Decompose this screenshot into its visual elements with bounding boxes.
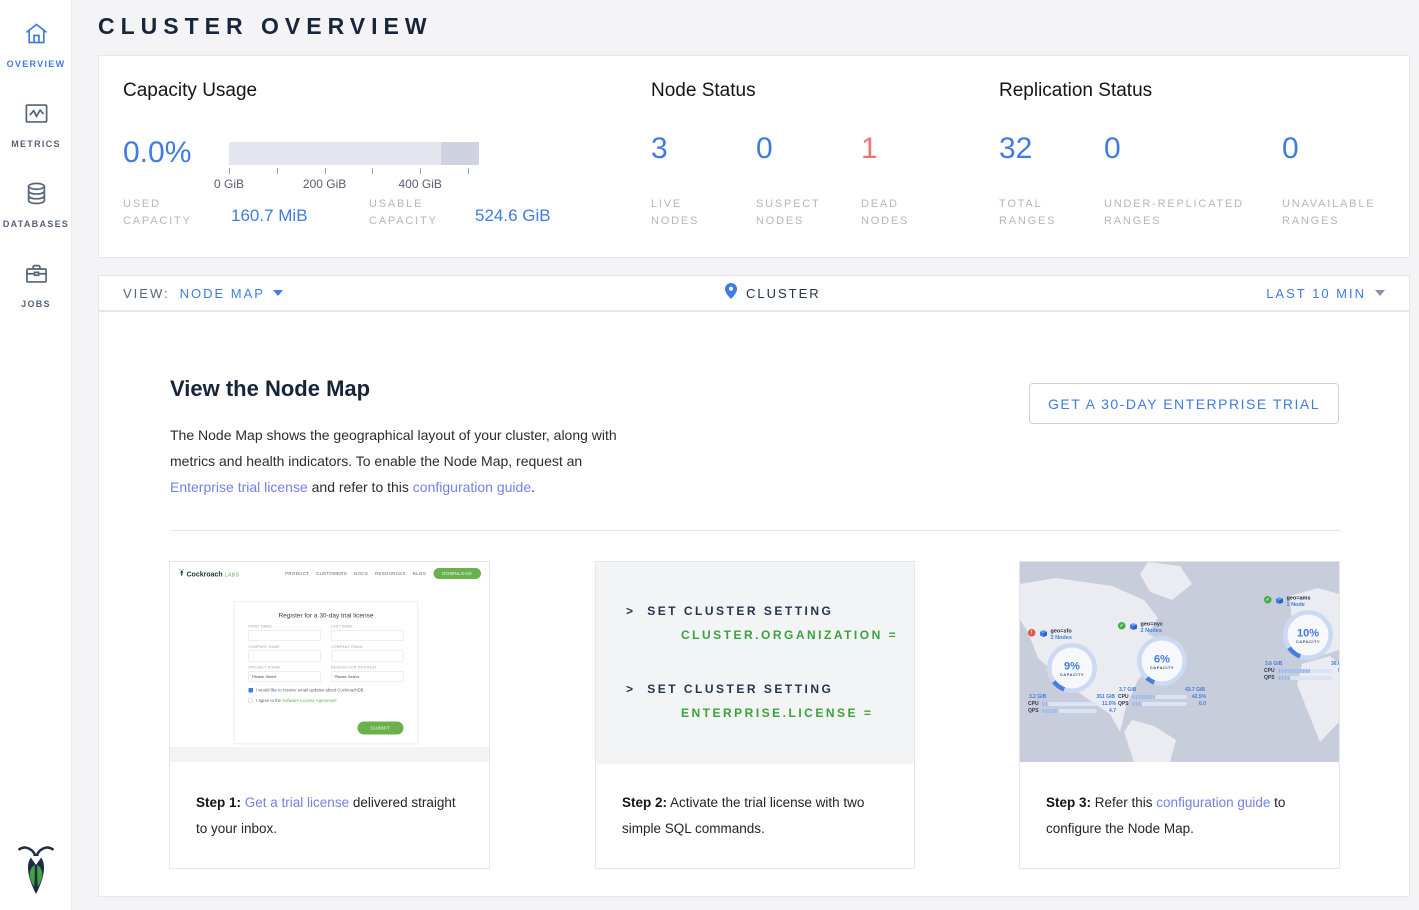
total-ranges-count: 32 [999,132,1032,166]
sidebar-item-label: DATABASES [3,219,69,229]
databases-icon [23,180,50,212]
step-1-caption: Step 1: Get a trial license delivered st… [170,762,489,842]
mini-registration-form: Register for a 30-day trial license FIRS… [234,601,418,744]
metrics-icon [23,100,50,132]
cluster-summary-card: Capacity Usage 0.0% 0 GiB 200 GiB 400 Gi… [98,55,1410,258]
node-map-panel: View the Node Map The Node Map shows the… [98,311,1410,897]
healthy-status-icon: ✓ [1264,596,1272,604]
mini-nav-item: CUSTOMERS [316,571,347,576]
mini-first-name-field [249,630,322,641]
locality-sfo: ! geo=sfo2 Nodes 9% CAPACITY 3.2 GiB351 … [1028,628,1116,714]
used-capacity-value: 160.7 MiB [231,206,308,226]
sidebar-item-label: OVERVIEW [7,59,66,69]
chevron-down-icon [273,290,283,296]
axis-label: 0 GiB [214,177,244,191]
capacity-usage-title: Capacity Usage [123,80,257,102]
used-capacity-label: USEDCAPACITY [123,196,192,230]
capacity-bar-reserved-segment [441,142,479,165]
mini-submit-button: SUBMIT [358,722,404,735]
capacity-used-percent: 0.0% [123,136,191,170]
mini-nav-item: PRODUCT [285,571,309,576]
sidebar-item-databases[interactable]: DATABASES [0,180,72,229]
under-replicated-ranges-label: UNDER-REPLICATEDRANGES [1104,196,1244,230]
step-3-card: ! geo=sfo2 Nodes 9% CAPACITY 3.2 GiB351 … [1019,561,1340,869]
registration-page-thumbnail: Cockroach LABS PRODUCT CUSTOMERS DOCS RE… [170,562,489,762]
step-1-card: Cockroach LABS PRODUCT CUSTOMERS DOCS RE… [169,561,490,869]
axis-label: 400 GiB [399,177,442,191]
home-icon [23,20,50,52]
section-divider [170,530,1341,531]
capacity-bar-chart [229,142,479,165]
view-toolbar: VIEW: NODE MAP CLUSTER LAST 10 MIN [98,275,1410,311]
total-ranges-label: TOTALRANGES [999,196,1056,230]
mini-company-name-field [249,651,322,662]
mini-nav-item: RESOURCES [375,571,406,576]
step-2-caption: Step 2: Activate the trial license with … [596,762,914,842]
mini-nav-item: BLOG [413,571,427,576]
jobs-icon [23,260,50,292]
sidebar-item-label: METRICS [11,139,61,149]
mini-last-name-field [331,630,404,641]
get-trial-license-link[interactable]: Get a trial license [245,795,349,810]
time-range-dropdown[interactable]: LAST 10 MIN [1266,286,1409,301]
mini-checkbox-checked [249,688,254,693]
mini-checkbox-unchecked [249,698,254,703]
sidebar-item-overview[interactable]: OVERVIEW [0,20,72,69]
cluster-breadcrumb: CLUSTER [746,286,821,301]
section-description: The Node Map shows the geographical layo… [170,422,632,500]
capacity-axis-ticks [229,168,479,174]
usable-capacity-label: USABLECAPACITY [369,196,438,230]
step-3-caption: Step 3: Refer this configuration guide t… [1020,762,1339,842]
view-selector-dropdown[interactable]: NODE MAP [180,286,283,301]
section-heading: View the Node Map [170,376,370,402]
mini-nav-item: DOCS [354,571,368,576]
live-nodes-label: LIVENODES [651,196,699,230]
location-pin-icon [725,283,737,304]
locality-nyc: ✓ geo=nyc2 Nodes 6% CAPACITY 3.7 GiB43.7… [1118,621,1206,707]
dead-nodes-count: 1 [861,132,878,166]
live-nodes-count: 3 [651,132,668,166]
capacity-axis-labels: 0 GiB 200 GiB 400 GiB [229,177,509,191]
suspect-nodes-count: 0 [756,132,773,166]
sidebar: OVERVIEW METRICS DATABASES JOBS [0,0,72,910]
sidebar-item-jobs[interactable]: JOBS [0,260,72,309]
enterprise-trial-license-link[interactable]: Enterprise trial license [170,479,308,495]
sidebar-item-metrics[interactable]: METRICS [0,100,72,149]
nodes-cube-icon [1038,628,1048,638]
chevron-down-icon [1375,290,1385,296]
step-2-card: > SET CLUSTER SETTING CLUSTER.ORGANIZATI… [595,561,915,869]
configuration-guide-link[interactable]: configuration guide [1156,795,1270,810]
page-title: CLUSTER OVERVIEW [98,13,433,40]
sql-code-block: > SET CLUSTER SETTING CLUSTER.ORGANIZATI… [596,562,914,764]
sidebar-item-label: JOBS [21,299,51,309]
healthy-status-icon: ✓ [1118,622,1126,630]
mini-download-button: DOWNLOAD [433,568,481,579]
usable-capacity-value: 524.6 GiB [475,206,551,226]
node-map-thumbnail: ! geo=sfo2 Nodes 9% CAPACITY 3.2 GiB351 … [1020,562,1339,762]
axis-label: 200 GiB [303,177,346,191]
node-status-title: Node Status [651,80,756,102]
cockroach-labs-logo-icon [17,843,55,900]
configuration-guide-link[interactable]: configuration guide [413,479,531,495]
mini-company-email-field [331,651,404,662]
mini-project-phase-select: Please Select [249,671,322,682]
nodes-cube-icon [1128,621,1138,631]
suspect-nodes-label: SUSPECTNODES [756,196,821,230]
unavailable-ranges-count: 0 [1282,132,1299,166]
enterprise-trial-button[interactable]: GET A 30-DAY ENTERPRISE TRIAL [1029,383,1339,424]
nodes-cube-icon [1274,595,1284,605]
mini-reason-select: Please Select [331,671,404,682]
locality-ams: ✓ geo=ams1 Node 10% CAPACITY 3.6 GiB36.6… [1264,595,1339,681]
under-replicated-ranges-count: 0 [1104,132,1121,166]
mini-cockroach-logo: Cockroach LABS [179,569,239,578]
replication-status-title: Replication Status [999,80,1152,102]
dead-nodes-label: DEADNODES [861,196,909,230]
view-label: VIEW: [123,286,170,301]
unavailable-ranges-label: UNAVAILABLERANGES [1282,196,1375,230]
warning-status-icon: ! [1028,629,1036,637]
